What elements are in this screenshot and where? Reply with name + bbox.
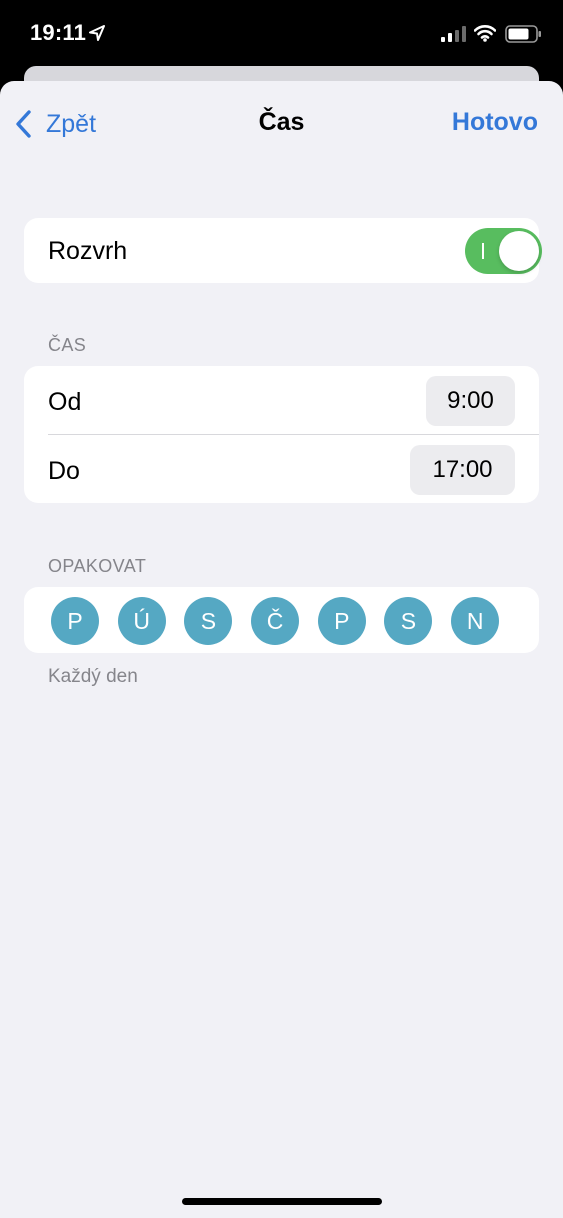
status-bar: 19:11 bbox=[0, 0, 563, 70]
repeat-card: P Ú S Č P S N bbox=[24, 587, 539, 653]
schedule-toggle[interactable] bbox=[465, 228, 542, 274]
cellular-signal-icon bbox=[441, 26, 466, 42]
schedule-card: Rozvrh bbox=[24, 218, 542, 283]
weekday-selector: P Ú S Č P S N bbox=[51, 597, 518, 645]
day-sunday-button[interactable]: N bbox=[451, 597, 500, 645]
status-time: 19:11 bbox=[30, 20, 87, 45]
toggle-on-mark bbox=[482, 243, 484, 259]
to-time-picker[interactable]: 17:00 bbox=[410, 445, 515, 495]
time-section-header: ČAS bbox=[48, 335, 87, 355]
time-card: Od 9:00 Do 17:00 bbox=[24, 366, 539, 503]
day-thursday-button[interactable]: Č bbox=[251, 597, 300, 645]
day-tuesday-button[interactable]: Ú bbox=[117, 597, 166, 645]
from-time-picker[interactable]: 9:00 bbox=[426, 376, 515, 426]
schedule-label: Rozvrh bbox=[48, 237, 128, 265]
wifi-icon bbox=[474, 25, 496, 42]
day-wednesday-button[interactable]: S bbox=[184, 597, 233, 645]
toggle-knob bbox=[499, 231, 539, 271]
day-monday-button[interactable]: P bbox=[51, 597, 99, 645]
to-label: Do bbox=[48, 457, 80, 485]
location-arrow-icon bbox=[89, 25, 105, 41]
home-indicator[interactable] bbox=[182, 1198, 382, 1205]
day-saturday-button[interactable]: S bbox=[384, 597, 433, 645]
done-button[interactable]: Hotovo bbox=[452, 108, 538, 137]
repeat-summary: Každý den bbox=[48, 666, 138, 687]
day-friday-button[interactable]: P bbox=[317, 597, 366, 645]
row-divider bbox=[48, 434, 539, 435]
battery-icon bbox=[505, 25, 541, 43]
from-label: Od bbox=[48, 388, 82, 416]
repeat-section-header: OPAKOVAT bbox=[48, 556, 147, 576]
